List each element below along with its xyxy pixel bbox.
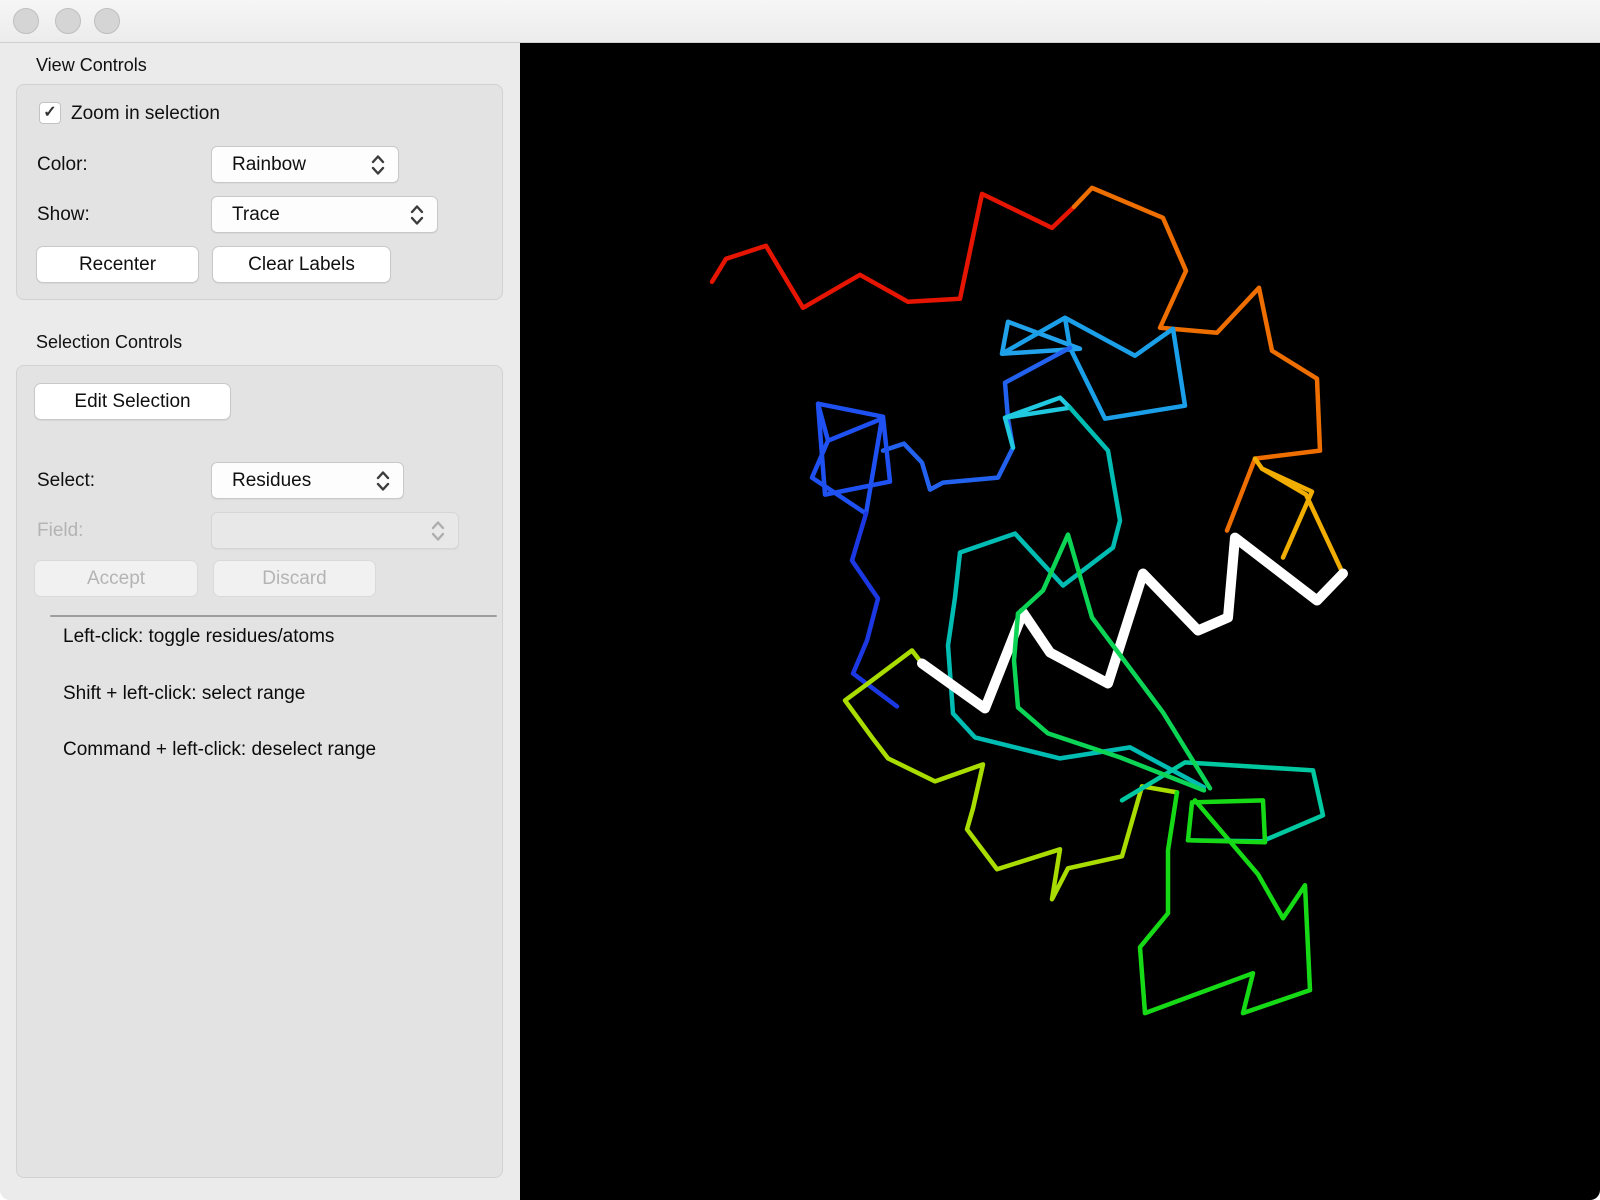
color-dropdown-value: Rainbow: [232, 153, 306, 175]
select-dropdown[interactable]: Residues: [211, 462, 404, 499]
molecule-viewport[interactable]: [520, 43, 1600, 1200]
close-button[interactable]: [13, 8, 39, 34]
recenter-button[interactable]: Recenter: [36, 246, 199, 283]
selection-controls-title: Selection Controls: [36, 332, 183, 352]
app-window: View Controls ✓ Zoom in selection Color:…: [0, 0, 1600, 1200]
zoom-in-selection-checkbox[interactable]: ✓: [39, 102, 61, 124]
controls-sidebar: View Controls ✓ Zoom in selection Color:…: [0, 43, 520, 1200]
color-label: Color:: [37, 154, 88, 175]
trace-segment-blue-link[interactable]: [880, 345, 1073, 492]
minimize-button[interactable]: [55, 8, 81, 34]
trace-segment-yellow-green[interactable]: [842, 648, 1180, 902]
trace-segment-blue-squares[interactable]: [809, 401, 893, 516]
up-down-chevron-icon: [410, 204, 424, 225]
field-label: Field:: [37, 520, 84, 541]
show-label: Show:: [37, 204, 90, 225]
help-line-command-click: Command + left-click: deselect range: [63, 739, 377, 760]
molecule-svg[interactable]: [520, 43, 1600, 1200]
select-label: Select:: [37, 470, 96, 491]
up-down-chevron-icon: [431, 520, 445, 541]
help-separator: [50, 615, 497, 617]
view-controls-group: ✓ Zoom in selection Color: Rainbow Show:…: [16, 84, 503, 300]
accept-button: Accept: [34, 560, 198, 597]
up-down-chevron-icon: [371, 154, 385, 175]
window-titlebar: [0, 0, 1600, 43]
zoom-window-button[interactable]: [94, 8, 120, 34]
clear-labels-button[interactable]: Clear Labels: [212, 246, 391, 283]
help-line-left-click: Left-click: toggle residues/atoms: [63, 626, 335, 647]
trace-segment-red-nterm[interactable]: [709, 191, 1077, 311]
field-dropdown: [211, 512, 459, 549]
help-line-shift-click: Shift + left-click: select range: [63, 683, 306, 704]
zoom-in-selection-label: Zoom in selection: [71, 103, 220, 124]
trace-segment-gold-b[interactable]: [1259, 466, 1345, 574]
selection-controls-group: Edit Selection Select: Residues Field: A…: [16, 365, 503, 1178]
checkmark-icon: ✓: [43, 104, 57, 121]
trace-segment-green-loop[interactable]: [1137, 790, 1313, 1016]
select-dropdown-value: Residues: [232, 469, 312, 491]
trace-segment-cyan-knot[interactable]: [1002, 395, 1073, 450]
edit-selection-button[interactable]: Edit Selection: [34, 383, 231, 420]
trace-segment-gold-a[interactable]: [1252, 456, 1315, 560]
show-dropdown-value: Trace: [232, 203, 280, 225]
trace-segment-white-selection[interactable]: [917, 532, 1348, 714]
color-dropdown[interactable]: Rainbow: [211, 146, 399, 183]
up-down-chevron-icon: [376, 470, 390, 491]
show-dropdown[interactable]: Trace: [211, 196, 438, 233]
discard-button: Discard: [213, 560, 376, 597]
view-controls-title: View Controls: [36, 55, 147, 75]
